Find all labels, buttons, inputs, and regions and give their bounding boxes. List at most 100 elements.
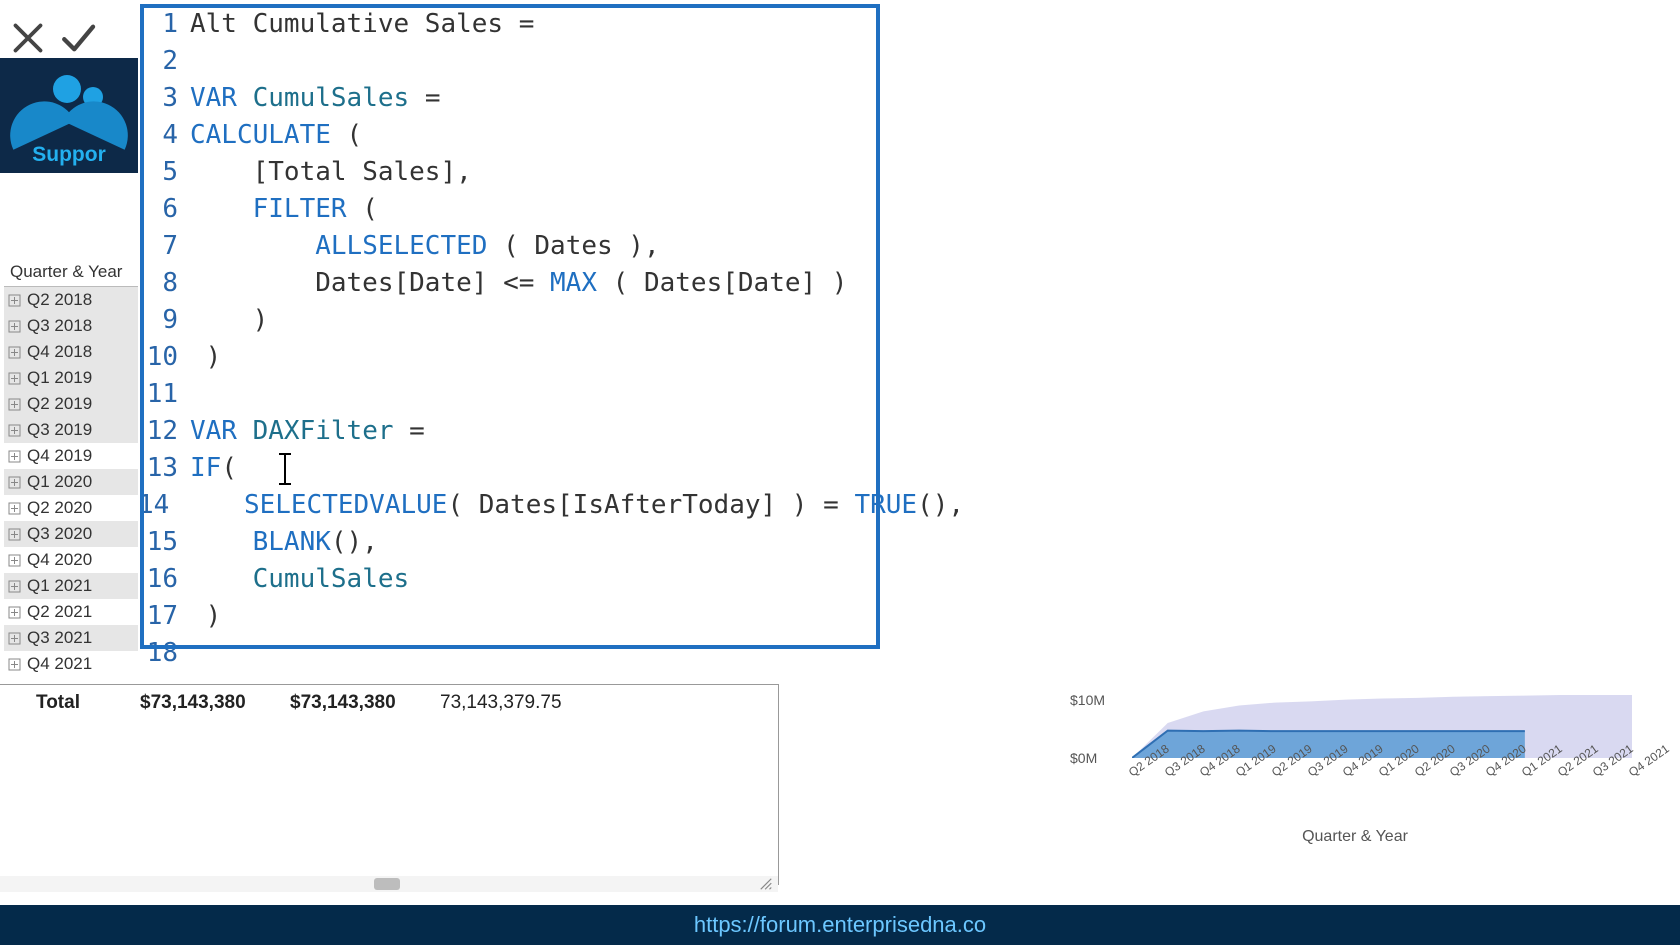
expand-icon	[8, 476, 21, 489]
line-number: 16	[138, 561, 190, 598]
brand-text: Suppor	[32, 143, 106, 173]
line-number: 9	[138, 302, 190, 339]
code-line[interactable]	[190, 635, 878, 672]
footer-bar: https://forum.enterprisedna.co	[0, 905, 1680, 945]
line-number: 6	[138, 191, 190, 228]
chart-x-axis-title: Quarter & Year	[1060, 828, 1650, 846]
slicer-item[interactable]: Q2 2019	[4, 391, 138, 417]
line-number: 15	[138, 524, 190, 561]
scrollbar-thumb[interactable]	[374, 878, 400, 890]
chart-x-ticks: Q2 2018Q3 2018Q4 2018Q1 2019Q2 2019Q3 20…	[1132, 760, 1632, 800]
line-number: 14	[138, 487, 181, 524]
line-number: 11	[138, 376, 190, 413]
code-line[interactable]: CALCULATE (	[190, 117, 878, 154]
visual-border	[0, 684, 779, 885]
expand-icon	[8, 450, 21, 463]
footer-url-text: https://forum.enterprisedna.co	[694, 912, 986, 938]
line-number: 1	[138, 6, 190, 43]
expand-icon	[8, 606, 21, 619]
slicer-item-label: Q3 2020	[27, 524, 92, 544]
text-cursor	[284, 455, 286, 483]
chart-x-tick: Q4 2021	[1626, 742, 1672, 780]
expand-icon	[8, 372, 21, 385]
line-number: 2	[138, 43, 190, 80]
slicer-item-label: Q1 2021	[27, 576, 92, 596]
slicer-item[interactable]: Q1 2021	[4, 573, 138, 599]
expand-icon	[8, 580, 21, 593]
slicer-item[interactable]: Q4 2019	[4, 443, 138, 469]
slicer-item-label: Q2 2021	[27, 602, 92, 622]
code-line[interactable]: Alt Cumulative Sales =	[190, 6, 878, 43]
expand-icon	[8, 346, 21, 359]
line-number: 10	[138, 339, 190, 376]
slicer-item[interactable]: Q4 2020	[4, 547, 138, 573]
code-line[interactable]: CumulSales	[190, 561, 878, 598]
expand-icon	[8, 320, 21, 333]
chart-y-tick: $0M	[1070, 750, 1097, 766]
code-line[interactable]: )	[190, 339, 878, 376]
slicer-item[interactable]: Q3 2020	[4, 521, 138, 547]
slicer-item[interactable]: Q2 2021	[4, 599, 138, 625]
slicer-item-label: Q3 2019	[27, 420, 92, 440]
resize-grip-icon[interactable]	[758, 877, 774, 891]
expand-icon	[8, 502, 21, 515]
code-line[interactable]	[190, 376, 878, 413]
dax-formula-editor[interactable]: 1Alt Cumulative Sales =23VAR CumulSales …	[138, 0, 883, 655]
code-line[interactable]: )	[190, 302, 878, 339]
code-line[interactable]: IF(	[190, 450, 878, 487]
slicer-item[interactable]: Q2 2020	[4, 495, 138, 521]
line-number: 13	[138, 450, 190, 487]
code-line[interactable]: [Total Sales],	[190, 154, 878, 191]
code-line[interactable]: VAR DAXFilter =	[190, 413, 878, 450]
code-line[interactable]: ALLSELECTED ( Dates ),	[190, 228, 878, 265]
expand-icon	[8, 528, 21, 541]
line-number: 5	[138, 154, 190, 191]
quarter-year-slicer[interactable]: Quarter & Year Q2 2018 Q3 2018 Q4 2018 Q1 2…	[4, 258, 138, 677]
slicer-item[interactable]: Q1 2019	[4, 365, 138, 391]
horizontal-scrollbar[interactable]	[0, 876, 778, 892]
commit-button[interactable]	[58, 18, 98, 63]
slicer-item-label: Q4 2021	[27, 654, 92, 674]
code-line[interactable]	[190, 43, 878, 80]
expand-icon	[8, 554, 21, 567]
line-number: 18	[138, 635, 190, 672]
slicer-item[interactable]: Q3 2019	[4, 417, 138, 443]
check-icon	[58, 18, 98, 58]
line-number: 7	[138, 228, 190, 265]
slicer-item[interactable]: Q2 2018	[4, 287, 138, 313]
code-line[interactable]: )	[190, 598, 878, 635]
code-line[interactable]: VAR CumulSales =	[190, 80, 878, 117]
cumulative-sales-chart[interactable]: Q2 2018Q3 2018Q4 2018Q1 2019Q2 2019Q3 20…	[1060, 678, 1650, 858]
close-icon	[8, 18, 48, 58]
line-number: 12	[138, 413, 190, 450]
code-line[interactable]: BLANK(),	[190, 524, 878, 561]
slicer-item-label: Q3 2021	[27, 628, 92, 648]
slicer-item-label: Q4 2019	[27, 446, 92, 466]
slicer-item[interactable]: Q4 2021	[4, 651, 138, 677]
expand-icon	[8, 398, 21, 411]
slicer-item-label: Q4 2020	[27, 550, 92, 570]
cancel-button[interactable]	[8, 18, 48, 63]
line-number: 4	[138, 117, 190, 154]
code-line[interactable]: FILTER (	[190, 191, 878, 228]
expand-icon	[8, 632, 21, 645]
code-line[interactable]: SELECTEDVALUE( Dates[IsAfterToday] ) = T…	[181, 487, 964, 524]
line-number: 3	[138, 80, 190, 117]
slicer-item-label: Q2 2020	[27, 498, 92, 518]
code-line[interactable]: Dates[Date] <= MAX ( Dates[Date] )	[190, 265, 878, 302]
slicer-item-label: Q1 2019	[27, 368, 92, 388]
slicer-item[interactable]: Q4 2018	[4, 339, 138, 365]
slicer-item[interactable]: Q3 2018	[4, 313, 138, 339]
slicer-item-label: Q1 2020	[27, 472, 92, 492]
slicer-item-label: Q4 2018	[27, 342, 92, 362]
slicer-item-label: Q2 2018	[27, 290, 92, 310]
slicer-item[interactable]: Q3 2021	[4, 625, 138, 651]
slicer-item-label: Q2 2019	[27, 394, 92, 414]
brand-logo: Suppor	[0, 58, 138, 173]
line-number: 17	[138, 598, 190, 635]
line-number: 8	[138, 265, 190, 302]
expand-icon	[8, 294, 21, 307]
slicer-item[interactable]: Q1 2020	[4, 469, 138, 495]
slicer-title: Quarter & Year	[4, 258, 138, 287]
chart-y-tick: $10M	[1070, 692, 1105, 708]
